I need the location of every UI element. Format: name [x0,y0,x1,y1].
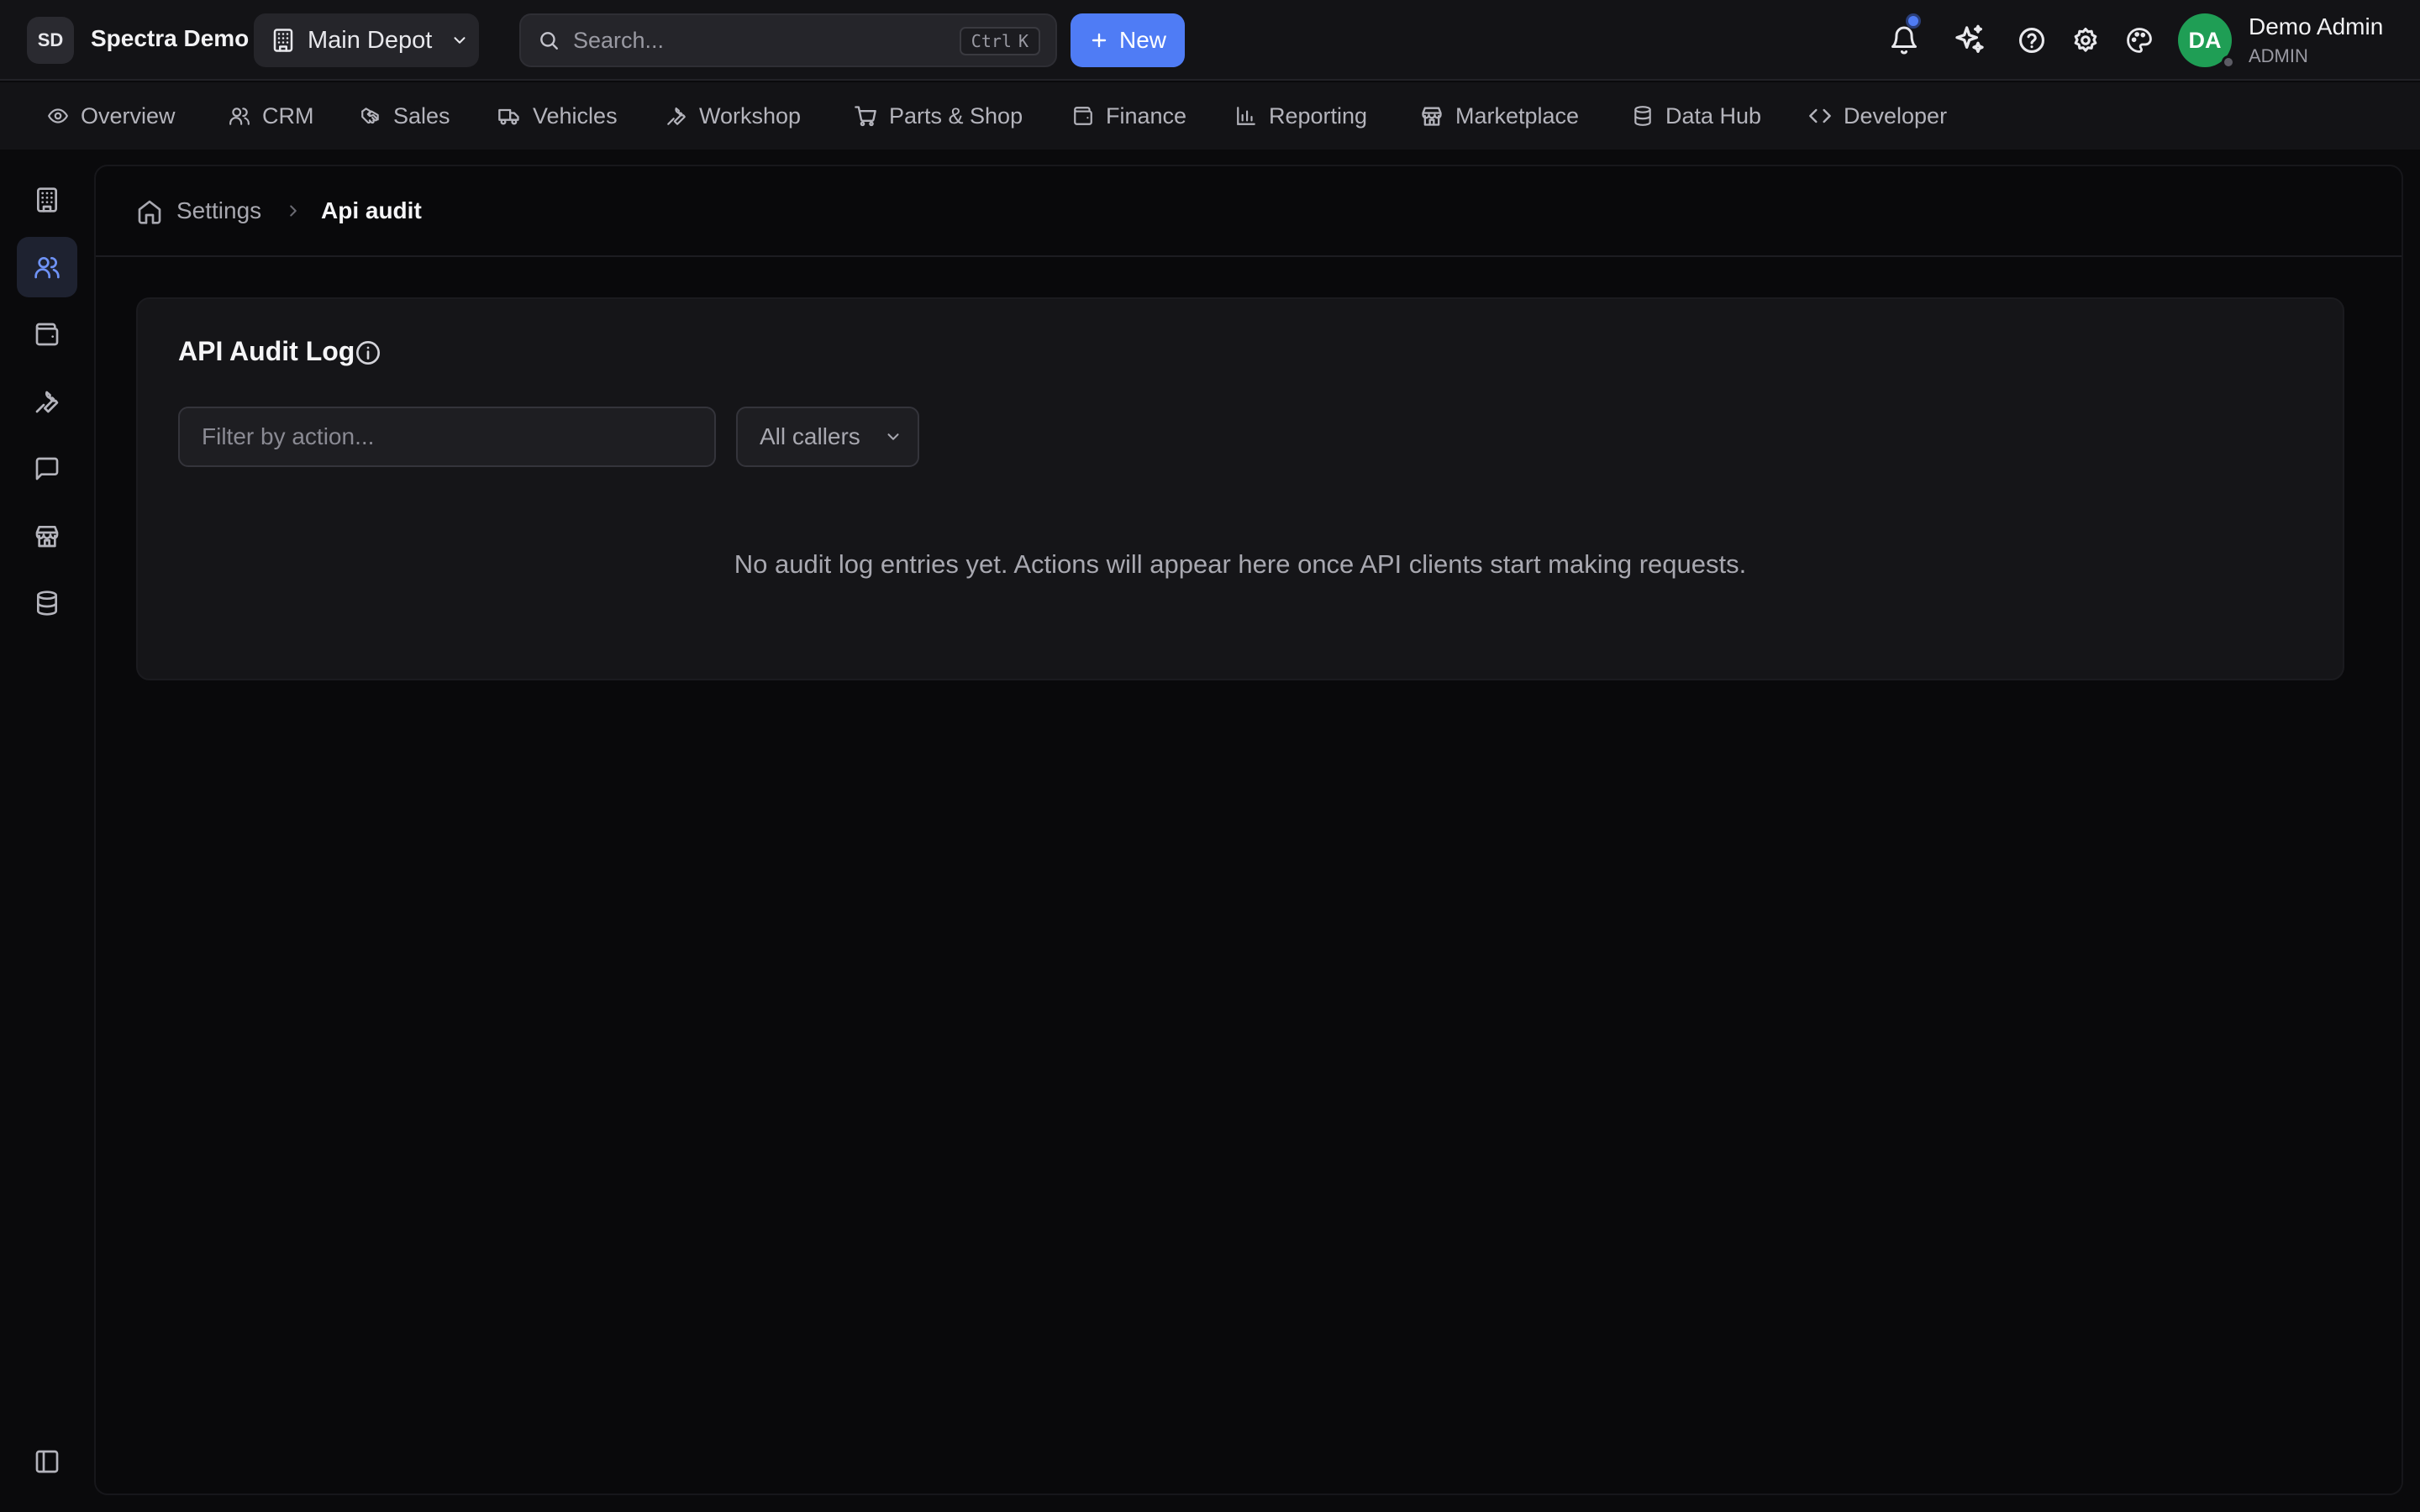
ai-assistant-button[interactable] [1951,22,1988,59]
user-role: ADMIN [2249,45,2308,66]
bar-chart-icon [1235,105,1257,127]
nav-marketplace[interactable]: Marketplace [1420,82,1579,150]
rail-wrench[interactable] [17,371,77,432]
breadcrumb: Settings Api audit [96,166,2402,257]
database-icon [34,590,60,617]
page-title: API Audit Log [178,336,355,366]
rail-users[interactable] [17,237,77,297]
wrench-icon [666,105,687,127]
nav-label: Developer [1844,102,1948,129]
nav-parts-shop[interactable]: Parts & Shop [854,82,1023,150]
building-icon [271,28,296,53]
nav-finance[interactable]: Finance [1072,82,1186,150]
new-button[interactable]: New [1071,13,1185,67]
rail-database[interactable] [17,573,77,633]
rail-store[interactable] [17,506,77,566]
global-search[interactable]: Search... Ctrl K [519,13,1057,67]
nav-label: CRM [262,102,314,129]
home-icon[interactable] [136,198,163,225]
nav-label: Parts & Shop [889,102,1023,129]
bell-icon [1889,25,1919,55]
wallet-icon [1072,105,1094,127]
eye-icon [47,105,69,127]
notifications-button[interactable] [1886,13,1923,59]
new-button-label: New [1118,27,1166,53]
info-icon[interactable] [355,339,381,366]
handshake-icon [360,105,381,127]
nav-label: Sales [393,102,450,129]
nav-label: Reporting [1269,102,1368,129]
empty-state-message: No audit log entries yet. Actions will a… [734,549,1747,579]
nav-developer[interactable]: Developer [1808,82,1947,150]
nav-label: Data Hub [1665,102,1762,129]
search-placeholder: Search... [573,27,665,53]
palette-icon [2125,26,2154,55]
filter-action-input[interactable] [178,407,716,467]
module-nav: Overview CRM Sales Vehicles Workshop Par… [0,82,2420,150]
chevron-down-icon [884,428,902,446]
plus-icon [1089,30,1109,50]
nav-crm[interactable]: CRM [229,82,314,150]
search-icon [538,29,560,51]
breadcrumb-settings-link[interactable]: Settings [176,197,261,224]
nav-label: Overview [81,102,176,129]
breadcrumb-current: Api audit [321,197,422,223]
top-bar: SD Spectra Demo Main Depot Search... Ctr… [0,0,2420,81]
wrench-icon [34,388,60,415]
store-icon [1420,104,1444,128]
rail-messages[interactable] [17,438,77,499]
workspace-name[interactable]: Spectra Demo [91,25,249,52]
audit-log-card: API Audit Log All callers No audit log e… [136,297,2344,680]
nav-label: Workshop [699,102,802,129]
nav-label: Marketplace [1455,102,1580,129]
message-square-icon [34,455,60,482]
notification-dot [1906,13,1921,29]
store-icon [34,522,60,549]
chevron-right-icon [284,202,302,220]
code-icon [1808,104,1832,128]
users-icon [229,105,250,127]
shortcut-modifier: Ctrl [971,31,1012,51]
settings-button[interactable] [2067,22,2104,59]
rail-buildings[interactable] [17,170,77,230]
caller-select[interactable]: All callers [736,407,919,467]
users-icon [34,254,60,281]
shortcut-key: K [1018,31,1028,51]
depot-name: Main Depot [308,26,433,54]
chevron-down-icon [450,31,469,50]
help-button[interactable] [2013,22,2050,59]
search-shortcut: Ctrl K [959,27,1040,55]
nav-sales[interactable]: Sales [360,82,450,150]
user-name[interactable]: Demo Admin [2249,13,2383,40]
caller-select-value: All callers [760,423,860,449]
nav-label: Finance [1106,102,1187,129]
panel-left-icon [34,1448,60,1475]
nav-reporting[interactable]: Reporting [1235,82,1367,150]
nav-vehicles[interactable]: Vehicles [497,82,618,150]
rail-wallet[interactable] [17,304,77,365]
building-icon [34,186,60,213]
user-avatar[interactable]: DA [2178,13,2235,69]
user-initials: DA [2188,27,2222,53]
gear-icon [2071,26,2100,55]
nav-workshop[interactable]: Workshop [666,82,801,150]
nav-label: Vehicles [533,102,618,129]
depot-selector[interactable]: Main Depot [254,13,479,67]
help-circle-icon [2018,26,2046,55]
nav-data-hub[interactable]: Data Hub [1632,82,1761,150]
truck-icon [497,104,521,128]
workspace-avatar[interactable]: SD [27,17,74,64]
nav-overview[interactable]: Overview [47,82,176,150]
cart-icon [854,104,877,128]
database-icon [1632,105,1654,127]
theme-button[interactable] [2121,22,2158,59]
sparkles-icon [1953,24,1986,57]
wallet-icon [34,321,60,348]
status-dot [2222,55,2235,69]
sidebar-toggle-button[interactable] [17,1431,77,1492]
